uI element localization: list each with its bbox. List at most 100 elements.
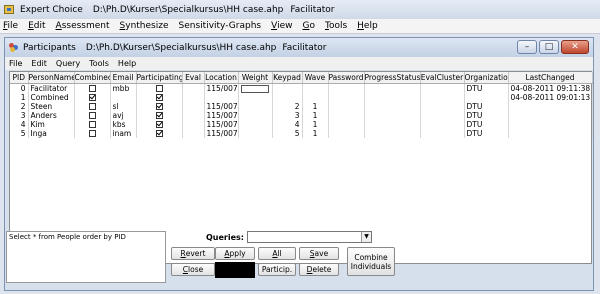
column-header-evalcluster[interactable]: EvalCluster bbox=[420, 72, 465, 84]
table-row[interactable]: 3 Anders avj 115/007 3 1 DTU bbox=[10, 110, 593, 120]
menu-go[interactable]: Go bbox=[302, 21, 320, 31]
cell-eval[interactable] bbox=[182, 110, 205, 120]
cell-password[interactable] bbox=[328, 92, 365, 102]
table-row[interactable]: 5 Inga inam 115/007 5 1 DTU bbox=[10, 128, 593, 138]
combined-checkbox[interactable] bbox=[88, 121, 96, 128]
cell-combined[interactable] bbox=[74, 101, 111, 111]
cell-location[interactable]: 115/007 bbox=[204, 101, 239, 111]
cell-progress[interactable] bbox=[364, 101, 421, 111]
cell-pid[interactable]: 5 bbox=[10, 128, 29, 138]
delete-button[interactable]: Delete bbox=[299, 263, 339, 276]
column-header-weight[interactable]: Weight bbox=[238, 72, 273, 84]
cell-name[interactable]: Steen bbox=[28, 101, 75, 111]
cell-pid[interactable]: 3 bbox=[10, 110, 29, 120]
cell-org[interactable]: DTU bbox=[464, 101, 509, 111]
cell-org[interactable]: DTU bbox=[464, 83, 509, 93]
cell-evalcluster[interactable] bbox=[420, 128, 465, 138]
cell-keypad[interactable]: 4 bbox=[272, 119, 303, 129]
cell-password[interactable] bbox=[328, 83, 365, 93]
cell-pid[interactable]: 0 bbox=[10, 83, 29, 93]
cell-participating[interactable] bbox=[136, 128, 183, 138]
participants-menu-tools[interactable]: Tools bbox=[89, 59, 109, 68]
cell-changed[interactable] bbox=[508, 110, 593, 120]
participants-menu-help[interactable]: Help bbox=[118, 59, 136, 68]
menu-file[interactable]: File bbox=[3, 21, 23, 31]
menu-help[interactable]: Help bbox=[357, 21, 383, 31]
cell-wave[interactable]: 1 bbox=[302, 128, 329, 138]
cell-wave[interactable]: 1 bbox=[302, 101, 329, 111]
cell-wave[interactable]: 1 bbox=[302, 119, 329, 129]
cell-eval[interactable] bbox=[182, 83, 205, 93]
chevron-down-icon[interactable]: ▼ bbox=[361, 232, 371, 242]
cell-name[interactable]: Combined bbox=[28, 92, 75, 102]
cell-email[interactable]: sl bbox=[110, 101, 137, 111]
menu-assessment[interactable]: Assessment bbox=[56, 21, 115, 31]
participating-checkbox[interactable] bbox=[155, 85, 163, 92]
close-button[interactable]: Close bbox=[171, 263, 215, 276]
cell-combined[interactable] bbox=[74, 119, 111, 129]
cell-combined[interactable] bbox=[74, 110, 111, 120]
column-header-pid[interactable]: PID bbox=[10, 72, 29, 84]
menu-tools[interactable]: Tools bbox=[325, 21, 352, 31]
cell-evalcluster[interactable] bbox=[420, 110, 465, 120]
menu-edit[interactable]: Edit bbox=[28, 21, 50, 31]
cell-name[interactable]: Inga bbox=[28, 128, 75, 138]
weight-input[interactable] bbox=[240, 84, 269, 93]
cell-combined[interactable] bbox=[74, 92, 111, 102]
cell-location[interactable]: 115/007 bbox=[204, 83, 239, 93]
cell-keypad[interactable]: 3 bbox=[272, 110, 303, 120]
cell-progress[interactable] bbox=[364, 119, 421, 129]
combined-checkbox[interactable] bbox=[88, 85, 96, 92]
menu-sensitivity-graphs[interactable]: Sensitivity-Graphs bbox=[179, 21, 267, 31]
menu-synthesize[interactable]: Synthesize bbox=[120, 21, 174, 31]
column-header-organization[interactable]: Organization bbox=[464, 72, 509, 84]
apply-button[interactable]: Apply bbox=[215, 247, 255, 260]
cell-email[interactable]: mbb bbox=[110, 83, 137, 93]
cell-wave[interactable]: 1 bbox=[302, 110, 329, 120]
column-header-lastchanged[interactable]: LastChanged bbox=[508, 72, 593, 84]
cell-name[interactable]: Anders bbox=[28, 110, 75, 120]
cell-location[interactable]: 115/007 bbox=[204, 128, 239, 138]
cell-name[interactable]: Kim bbox=[28, 119, 75, 129]
cell-changed[interactable]: 04-08-2011 09:11:38 bbox=[508, 83, 593, 93]
combined-checkbox[interactable] bbox=[88, 103, 96, 110]
revert-button[interactable]: Revert bbox=[171, 247, 215, 260]
cell-participating[interactable] bbox=[136, 92, 183, 102]
cell-weight[interactable] bbox=[238, 119, 273, 129]
cell-wave[interactable] bbox=[302, 92, 329, 102]
table-row[interactable]: 1 Combined 04-08-2011 09:01:13 bbox=[10, 92, 593, 102]
cell-email[interactable]: kbs bbox=[110, 119, 137, 129]
cell-org[interactable]: DTU bbox=[464, 128, 509, 138]
cell-pid[interactable]: 2 bbox=[10, 101, 29, 111]
participants-menu-edit[interactable]: Edit bbox=[31, 59, 47, 68]
cell-password[interactable] bbox=[328, 101, 365, 111]
cell-combined[interactable] bbox=[74, 128, 111, 138]
cell-org[interactable]: DTU bbox=[464, 119, 509, 129]
cell-evalcluster[interactable] bbox=[420, 83, 465, 93]
all-button[interactable]: All bbox=[258, 247, 296, 260]
cell-weight[interactable] bbox=[238, 92, 273, 102]
cell-location[interactable] bbox=[204, 92, 239, 102]
cell-keypad[interactable]: 5 bbox=[272, 128, 303, 138]
column-header-wave[interactable]: Wave bbox=[302, 72, 329, 84]
cell-email[interactable] bbox=[110, 92, 137, 102]
cell-eval[interactable] bbox=[182, 119, 205, 129]
combined-checkbox[interactable] bbox=[88, 94, 96, 101]
column-header-keypad[interactable]: Keypad bbox=[272, 72, 303, 84]
cell-evalcluster[interactable] bbox=[420, 119, 465, 129]
cell-weight[interactable] bbox=[238, 101, 273, 111]
participating-checkbox[interactable] bbox=[155, 130, 163, 137]
participating-checkbox[interactable] bbox=[155, 94, 163, 101]
column-header-progressstatus[interactable]: ProgressStatus bbox=[364, 72, 421, 84]
cell-org[interactable] bbox=[464, 92, 509, 102]
table-row[interactable]: 4 Kim kbs 115/007 4 1 DTU bbox=[10, 119, 593, 129]
color-swatch[interactable] bbox=[215, 262, 255, 278]
sql-query-box[interactable]: Select * from People order by PID bbox=[6, 231, 166, 283]
cell-participating[interactable] bbox=[136, 110, 183, 120]
cell-wave[interactable] bbox=[302, 83, 329, 93]
cell-changed[interactable]: 04-08-2011 09:01:13 bbox=[508, 92, 593, 102]
cell-pid[interactable]: 4 bbox=[10, 119, 29, 129]
cell-location[interactable]: 115/007 bbox=[204, 110, 239, 120]
participants-menu-query[interactable]: Query bbox=[56, 59, 80, 68]
cell-password[interactable] bbox=[328, 119, 365, 129]
